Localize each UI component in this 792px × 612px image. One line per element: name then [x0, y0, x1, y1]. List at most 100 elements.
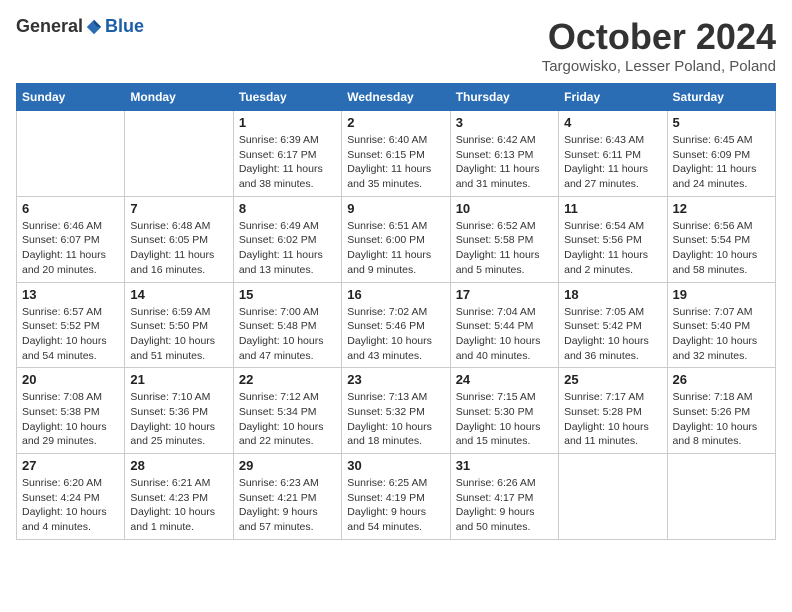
- month-title: October 2024: [542, 16, 776, 58]
- calendar-week-1: 1 Sunrise: 6:39 AMSunset: 6:17 PMDaylight…: [17, 111, 776, 197]
- day-info: Sunrise: 7:12 AMSunset: 5:34 PMDaylight:…: [239, 390, 336, 449]
- day-info: Sunrise: 7:17 AMSunset: 5:28 PMDaylight:…: [564, 390, 661, 449]
- day-number: 17: [456, 287, 553, 302]
- day-number: 6: [22, 201, 119, 216]
- day-number: 7: [130, 201, 227, 216]
- day-info: Sunrise: 6:45 AMSunset: 6:09 PMDaylight:…: [673, 133, 770, 192]
- logo-blue: Blue: [105, 16, 144, 37]
- day-number: 1: [239, 115, 336, 130]
- day-info: Sunrise: 7:10 AMSunset: 5:36 PMDaylight:…: [130, 390, 227, 449]
- calendar-cell: 17Sunrise: 7:04 AMSunset: 5:44 PMDayligh…: [450, 282, 558, 368]
- day-number: 31: [456, 458, 553, 473]
- calendar-cell: 12 Sunrise: 6:56 AMSunset: 5:54 PMDayligh…: [667, 196, 775, 282]
- calendar-cell: 11Sunrise: 6:54 AMSunset: 5:56 PMDayligh…: [559, 196, 667, 282]
- location: Targowisko, Lesser Poland, Poland: [542, 58, 776, 75]
- day-info: Sunrise: 6:57 AMSunset: 5:52 PMDaylight:…: [22, 305, 119, 364]
- calendar-cell: 20Sunrise: 7:08 AMSunset: 5:38 PMDayligh…: [17, 368, 125, 454]
- day-number: 13: [22, 287, 119, 302]
- day-number: 16: [347, 287, 444, 302]
- day-number: 25: [564, 372, 661, 387]
- day-info: Sunrise: 6:56 AMSunset: 5:54 PMDaylight:…: [673, 219, 770, 278]
- calendar-cell: 14Sunrise: 6:59 AMSunset: 5:50 PMDayligh…: [125, 282, 233, 368]
- calendar-cell: 26Sunrise: 7:18 AMSunset: 5:26 PMDayligh…: [667, 368, 775, 454]
- day-info: Sunrise: 6:21 AMSunset: 4:23 PMDaylight:…: [130, 476, 227, 535]
- page-header: General Blue October 2024 Targowisko, Le…: [16, 16, 776, 75]
- day-info: Sunrise: 7:07 AMSunset: 5:40 PMDaylight:…: [673, 305, 770, 364]
- calendar-cell: 3 Sunrise: 6:42 AMSunset: 6:13 PMDaylight…: [450, 111, 558, 197]
- day-info: Sunrise: 6:26 AMSunset: 4:17 PMDaylight:…: [456, 476, 553, 535]
- weekday-sunday: Sunday: [17, 84, 125, 111]
- logo-icon: [85, 18, 103, 36]
- calendar-cell: 16 Sunrise: 7:02 AMSunset: 5:46 PMDayligh…: [342, 282, 450, 368]
- day-number: 3: [456, 115, 553, 130]
- day-info: Sunrise: 7:05 AMSunset: 5:42 PMDaylight:…: [564, 305, 661, 364]
- logo: General Blue: [16, 16, 144, 37]
- day-number: 5: [673, 115, 770, 130]
- day-number: 14: [130, 287, 227, 302]
- day-info: Sunrise: 6:54 AMSunset: 5:56 PMDaylight:…: [564, 219, 661, 278]
- calendar-cell: 25 Sunrise: 7:17 AMSunset: 5:28 PMDayligh…: [559, 368, 667, 454]
- calendar-body: 1 Sunrise: 6:39 AMSunset: 6:17 PMDaylight…: [17, 111, 776, 540]
- calendar-cell: 30Sunrise: 6:25 AMSunset: 4:19 PMDayligh…: [342, 454, 450, 540]
- day-info: Sunrise: 7:13 AMSunset: 5:32 PMDaylight:…: [347, 390, 444, 449]
- day-info: Sunrise: 6:23 AMSunset: 4:21 PMDaylight:…: [239, 476, 336, 535]
- day-number: 8: [239, 201, 336, 216]
- calendar-cell: 29 Sunrise: 6:23 AMSunset: 4:21 PMDayligh…: [233, 454, 341, 540]
- calendar-cell: 19Sunrise: 7:07 AMSunset: 5:40 PMDayligh…: [667, 282, 775, 368]
- title-block: October 2024 Targowisko, Lesser Poland, …: [542, 16, 776, 75]
- day-info: Sunrise: 7:00 AMSunset: 5:48 PMDaylight:…: [239, 305, 336, 364]
- weekday-thursday: Thursday: [450, 84, 558, 111]
- calendar-week-4: 20Sunrise: 7:08 AMSunset: 5:38 PMDayligh…: [17, 368, 776, 454]
- day-number: 23: [347, 372, 444, 387]
- calendar-cell: 28Sunrise: 6:21 AMSunset: 4:23 PMDayligh…: [125, 454, 233, 540]
- calendar-week-3: 13 Sunrise: 6:57 AMSunset: 5:52 PMDayligh…: [17, 282, 776, 368]
- day-number: 29: [239, 458, 336, 473]
- day-number: 15: [239, 287, 336, 302]
- calendar-cell: 23 Sunrise: 7:13 AMSunset: 5:32 PMDayligh…: [342, 368, 450, 454]
- calendar-cell: 9 Sunrise: 6:51 AMSunset: 6:00 PMDaylight…: [342, 196, 450, 282]
- day-info: Sunrise: 6:42 AMSunset: 6:13 PMDaylight:…: [456, 133, 553, 192]
- day-number: 4: [564, 115, 661, 130]
- day-info: Sunrise: 7:02 AMSunset: 5:46 PMDaylight:…: [347, 305, 444, 364]
- day-number: 18: [564, 287, 661, 302]
- calendar-cell: 8 Sunrise: 6:49 AMSunset: 6:02 PMDaylight…: [233, 196, 341, 282]
- day-number: 2: [347, 115, 444, 130]
- day-number: 10: [456, 201, 553, 216]
- calendar-cell: 27Sunrise: 6:20 AMSunset: 4:24 PMDayligh…: [17, 454, 125, 540]
- day-info: Sunrise: 7:08 AMSunset: 5:38 PMDaylight:…: [22, 390, 119, 449]
- calendar-cell: 10Sunrise: 6:52 AMSunset: 5:58 PMDayligh…: [450, 196, 558, 282]
- calendar-cell: 13 Sunrise: 6:57 AMSunset: 5:52 PMDayligh…: [17, 282, 125, 368]
- calendar-week-5: 27Sunrise: 6:20 AMSunset: 4:24 PMDayligh…: [17, 454, 776, 540]
- calendar-cell: 2Sunrise: 6:40 AMSunset: 6:15 PMDaylight…: [342, 111, 450, 197]
- calendar-table: SundayMondayTuesdayWednesdayThursdayFrid…: [16, 83, 776, 540]
- day-number: 27: [22, 458, 119, 473]
- calendar-cell: 6Sunrise: 6:46 AMSunset: 6:07 PMDaylight…: [17, 196, 125, 282]
- logo-general: General: [16, 16, 83, 37]
- day-number: 12: [673, 201, 770, 216]
- calendar-cell: 21 Sunrise: 7:10 AMSunset: 5:36 PMDayligh…: [125, 368, 233, 454]
- calendar-cell: 18 Sunrise: 7:05 AMSunset: 5:42 PMDayligh…: [559, 282, 667, 368]
- day-info: Sunrise: 6:49 AMSunset: 6:02 PMDaylight:…: [239, 219, 336, 278]
- day-number: 9: [347, 201, 444, 216]
- day-number: 24: [456, 372, 553, 387]
- calendar-cell: [17, 111, 125, 197]
- calendar-week-2: 6Sunrise: 6:46 AMSunset: 6:07 PMDaylight…: [17, 196, 776, 282]
- day-info: Sunrise: 6:48 AMSunset: 6:05 PMDaylight:…: [130, 219, 227, 278]
- day-number: 21: [130, 372, 227, 387]
- calendar-cell: 22 Sunrise: 7:12 AMSunset: 5:34 PMDayligh…: [233, 368, 341, 454]
- day-info: Sunrise: 6:51 AMSunset: 6:00 PMDaylight:…: [347, 219, 444, 278]
- calendar-cell: 4 Sunrise: 6:43 AMSunset: 6:11 PMDaylight…: [559, 111, 667, 197]
- day-info: Sunrise: 7:18 AMSunset: 5:26 PMDaylight:…: [673, 390, 770, 449]
- day-number: 22: [239, 372, 336, 387]
- day-info: Sunrise: 6:43 AMSunset: 6:11 PMDaylight:…: [564, 133, 661, 192]
- weekday-tuesday: Tuesday: [233, 84, 341, 111]
- day-info: Sunrise: 6:39 AMSunset: 6:17 PMDaylight:…: [239, 133, 336, 192]
- calendar-cell: 5 Sunrise: 6:45 AMSunset: 6:09 PMDaylight…: [667, 111, 775, 197]
- calendar-cell: 31 Sunrise: 6:26 AMSunset: 4:17 PMDayligh…: [450, 454, 558, 540]
- calendar-cell: 1 Sunrise: 6:39 AMSunset: 6:17 PMDaylight…: [233, 111, 341, 197]
- day-info: Sunrise: 7:15 AMSunset: 5:30 PMDaylight:…: [456, 390, 553, 449]
- day-info: Sunrise: 6:25 AMSunset: 4:19 PMDaylight:…: [347, 476, 444, 535]
- calendar-cell: 24 Sunrise: 7:15 AMSunset: 5:30 PMDayligh…: [450, 368, 558, 454]
- weekday-friday: Friday: [559, 84, 667, 111]
- calendar-cell: 7 Sunrise: 6:48 AMSunset: 6:05 PMDaylight…: [125, 196, 233, 282]
